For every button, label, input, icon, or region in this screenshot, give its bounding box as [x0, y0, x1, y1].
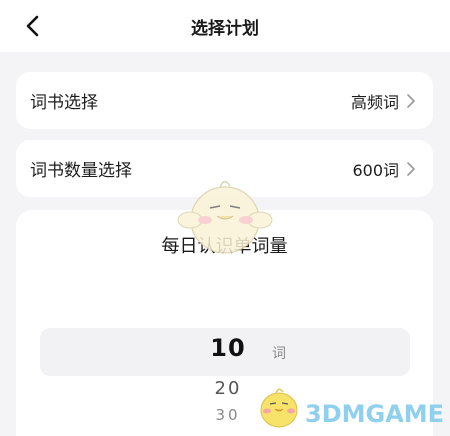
chevron-right-icon [407, 93, 415, 108]
chevron-right-icon [407, 161, 415, 176]
top-bar: 选择计划 [0, 0, 450, 52]
page-title: 选择计划 [191, 19, 259, 39]
book-select-row[interactable]: 词书选择 高频词 [16, 72, 433, 129]
watermark-text: 3DMGAME [305, 400, 445, 428]
picker-unit-label: 词 [272, 346, 286, 362]
picker-selected-value[interactable]: 10 [188, 334, 268, 362]
book-select-value: 高频词 [350, 92, 399, 112]
book-count-value: 600词 [352, 160, 399, 180]
mascot-watermark-icon [177, 180, 273, 254]
book-select-label: 词书选择 [30, 93, 98, 113]
book-count-label: 词书数量选择 [30, 161, 132, 181]
watermark-mascot-icon [260, 388, 298, 428]
